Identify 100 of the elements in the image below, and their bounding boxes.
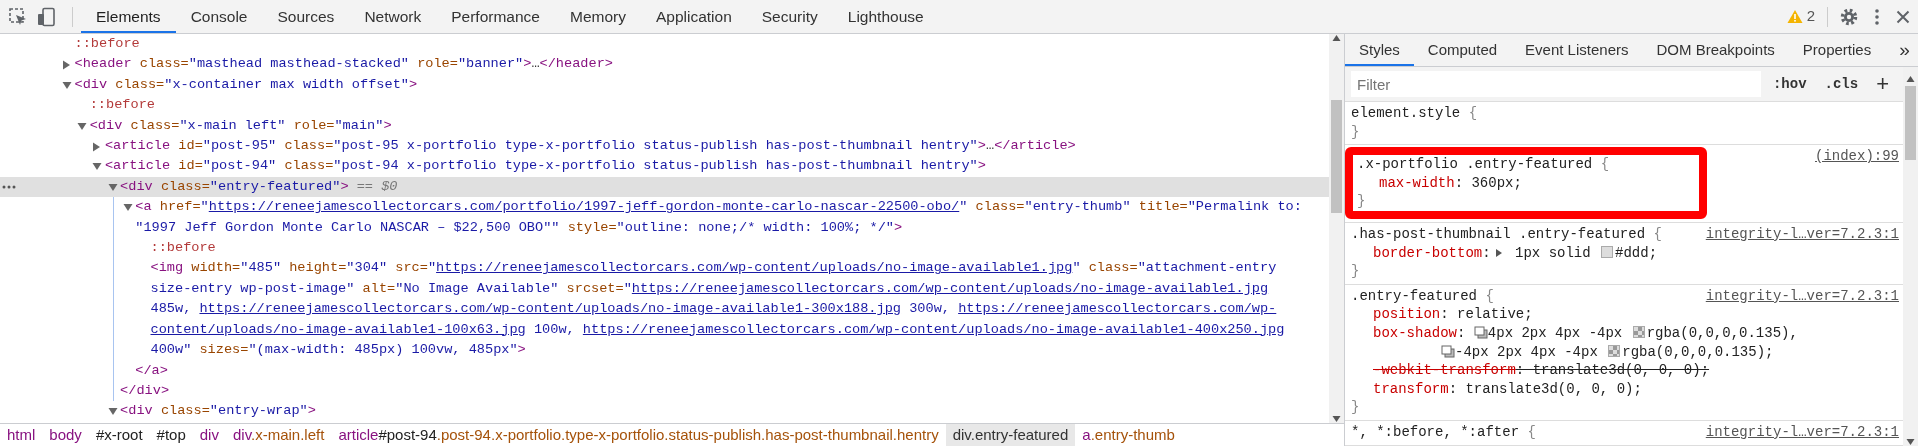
triangle-down-icon[interactable] — [62, 80, 72, 90]
url-link[interactable]: https://reneejamescollectorcars.com/wp-content/uploads/no-image-available1.jpg — [631, 280, 1269, 296]
inspect-element-button[interactable] — [8, 6, 28, 27]
panel-tab[interactable]: Security — [746, 0, 833, 33]
panel-tab[interactable]: Performance — [436, 0, 555, 33]
triangle-down-icon[interactable] — [107, 407, 118, 417]
toolbar-button[interactable]: + — [1870, 73, 1895, 95]
breadcrumb-item[interactable]: #x-root — [88, 424, 150, 446]
breadcrumb-item[interactable]: #top — [149, 424, 193, 446]
styles-tab[interactable]: DOM Breakpoints — [1642, 34, 1789, 66]
ellipsis-text: … — [531, 56, 540, 72]
breadcrumb-item[interactable]: html — [0, 424, 43, 446]
attribute-value: 400w" — [150, 342, 192, 358]
source-link[interactable]: integrity-l…ver=7.2.3:1 — [1705, 286, 1899, 306]
html-tag: </header> — [539, 56, 613, 72]
panel-tab[interactable]: Memory — [554, 0, 641, 33]
attribute-value: "post-94" — [202, 158, 277, 174]
triangle-right-icon[interactable] — [92, 142, 102, 153]
color-swatch[interactable] — [1608, 344, 1621, 357]
more-dots-icon[interactable] — [2, 184, 16, 189]
triangle-down-icon[interactable] — [122, 203, 133, 213]
more-tabs-button[interactable]: » — [1885, 34, 1918, 66]
scrollbar[interactable] — [1329, 34, 1344, 423]
triangle-down-icon[interactable] — [107, 182, 118, 192]
shadow-editor-icon[interactable] — [1441, 344, 1455, 358]
attribute-name: class= — [283, 158, 334, 174]
url-link[interactable]: content/uploads/no-image-available1-100x63.jpg — [150, 321, 526, 337]
breadcrumb-item[interactable]: a.entry-thumb — [1075, 424, 1182, 446]
breadcrumb-item[interactable]: div — [192, 424, 226, 446]
triangle-down-icon[interactable] — [92, 162, 103, 172]
html-tag: > — [977, 138, 986, 154]
css-selector: *, *:before, *:after — [1351, 423, 1520, 440]
url-link[interactable]: https://reneejamescollectorcars.com/wp-content/uploads/no-image-available1-300x188.jpg — [199, 301, 901, 317]
filter-field[interactable]: Filter — [1351, 71, 1761, 97]
css-value: 1px solid — [1514, 244, 1592, 261]
html-tag: </a> — [135, 362, 168, 378]
brace: } — [1351, 123, 1360, 140]
warning-count: 2 — [1806, 6, 1815, 27]
attribute-name: id= — [177, 138, 203, 154]
url-link[interactable]: https://reneejamescollectorcars.com/portfolio/1997-jeff-gordon-monte-carlo-nascar-22500-obo/ — [208, 199, 960, 215]
pseudo-element: ::before — [74, 36, 140, 51]
toolbar-button[interactable]: :hov — [1766, 73, 1813, 95]
attribute-name: role= — [416, 56, 458, 72]
more-options-button[interactable] — [1874, 7, 1880, 26]
html-tag: > — [383, 117, 392, 133]
url-link[interactable]: https://reneejamescollectorcars.com/wp-content/uploads/no-image-available1.jpg — [436, 260, 1073, 276]
attribute-value: "1997 Jeff Gordon Monte Carlo NASCAR – $22,500 OBO"" — [135, 219, 560, 235]
attribute-name: srcset= — [565, 280, 624, 296]
breadcrumb-item[interactable]: body — [42, 424, 89, 446]
warning-icon — [1786, 9, 1803, 24]
html-tag: <img — [150, 260, 184, 276]
scrollbar-thumb[interactable] — [1905, 86, 1916, 160]
styles-tab[interactable]: Event Listeners — [1511, 34, 1643, 66]
url-link[interactable]: https://reneejamescollectorcars.com/wp-content/uploads/no-image-available1-400x250.jpg — [582, 321, 1285, 337]
breadcrumb-item[interactable]: div.x-main.left — [225, 424, 332, 446]
attribute-value: "post-95" — [202, 138, 277, 154]
css-property: max-width — [1379, 174, 1455, 191]
panel-tab[interactable]: Elements — [81, 0, 176, 33]
panel-tab[interactable]: Sources — [262, 0, 350, 33]
attribute-value: "entry-thumb" — [1024, 199, 1131, 215]
triangle-right-icon[interactable] — [62, 60, 71, 71]
selected-row[interactable]: <div class="entry-featured"> == $0 — [0, 176, 1329, 198]
scroll-down-icon[interactable] — [1332, 415, 1341, 423]
toolbar-button[interactable]: .cls — [1818, 73, 1865, 95]
attribute-value: "304" — [346, 260, 388, 276]
url-link[interactable]: https://reneejamescollectorcars.com/wp- — [958, 301, 1277, 317]
color-swatch[interactable] — [1632, 325, 1645, 338]
css-property: border-bottom — [1373, 244, 1483, 261]
source-link[interactable]: integrity-l…ver=7.2.3:1 — [1705, 422, 1899, 442]
expand-triangle-icon[interactable] — [1494, 247, 1503, 258]
device-toolbar-button[interactable] — [36, 6, 56, 27]
attribute-name: class= — [283, 138, 334, 154]
color-swatch[interactable] — [1601, 245, 1614, 258]
attribute-name: class= — [129, 117, 180, 133]
styles-tab[interactable]: Computed — [1413, 34, 1512, 66]
source-link[interactable]: integrity-l…ver=7.2.3:1 — [1705, 224, 1899, 244]
scrollbar[interactable] — [1903, 67, 1918, 446]
shadow-editor-icon[interactable] — [1473, 325, 1488, 339]
breadcrumb-item[interactable]: article#post-94.post-94.x-portfolio.type-x-portfolio.status-publish.has-post-thumbnail.hentry — [331, 424, 946, 446]
source-link[interactable]: (index):99 — [1815, 147, 1899, 166]
css-value: -4px 2px 4px -4px — [1455, 343, 1599, 360]
panel-tab[interactable]: Console — [175, 0, 263, 33]
breadcrumb-item[interactable]: div.entry-featured — [945, 424, 1076, 446]
attribute-name: src= — [394, 260, 428, 276]
attribute-name: class= — [138, 56, 189, 72]
scroll-up-icon[interactable] — [1906, 75, 1915, 83]
styles-tab[interactable]: Styles — [1345, 34, 1414, 66]
panel-tab[interactable]: Application — [640, 0, 747, 33]
styles-tab[interactable]: Properties — [1788, 34, 1886, 66]
css-selector: .entry-featured — [1351, 287, 1478, 304]
close-button[interactable] — [1896, 9, 1910, 24]
warnings-button[interactable]: 2 — [1786, 5, 1815, 28]
css-value: : translate3d(0, 0, 0); — [1448, 380, 1642, 397]
scroll-down-icon[interactable] — [1906, 438, 1915, 446]
brace: } — [1357, 193, 1366, 210]
panel-tab[interactable]: Lighthouse — [832, 0, 939, 33]
triangle-down-icon[interactable] — [77, 121, 88, 131]
scrollbar-thumb[interactable] — [1331, 100, 1342, 213]
panel-tab[interactable]: Network — [349, 0, 437, 33]
settings-button[interactable] — [1840, 7, 1858, 26]
